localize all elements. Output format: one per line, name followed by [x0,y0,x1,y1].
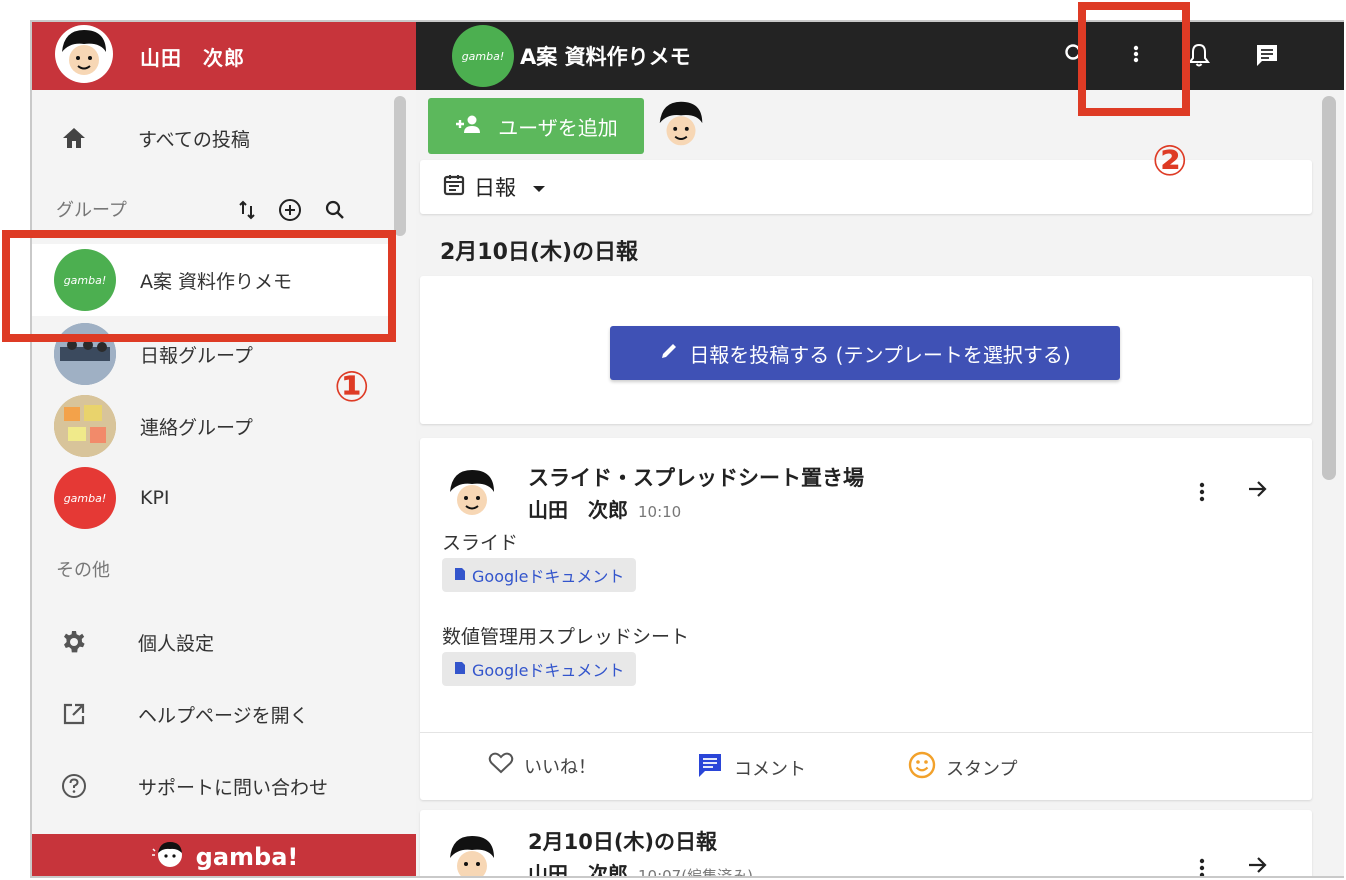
post-time: 10:07(編集済み) [638,867,753,878]
stamp-button[interactable]: スタンプ [908,751,1017,784]
document-icon [454,660,466,679]
user-name: 山田 次郎 [140,45,245,70]
annotation-box-1 [2,230,396,342]
sidebar-group-kpi[interactable]: gamba! KPI [32,462,388,534]
bell-icon[interactable] [1188,42,1210,68]
like-label: いいね！ [524,756,596,778]
post-title[interactable]: スライド・スプレッドシート置き場 [528,462,864,492]
group-label: 連絡グループ [140,416,253,439]
field-label: スライド [442,532,519,554]
field-label: 数値管理用スプレッドシート [442,626,690,648]
sidebar-item-label: 個人設定 [138,632,215,655]
sidebar-item-support[interactable]: サポートに問い合わせ [32,754,388,818]
group-logo: gamba! [54,467,116,529]
sidebar-item-help[interactable]: ヘルプページを開く [32,682,388,746]
sidebar: 山田 次郎 すべての投稿 グループ gamba! A案 資料作りメモ 日報グルー… [32,22,416,876]
post-time: 10:10 [638,503,682,521]
pencil-icon [659,341,679,366]
member-avatar[interactable] [652,96,710,158]
external-link-icon [54,702,94,726]
report-type-value: 日報 [474,176,516,200]
help-circle-icon [54,773,94,799]
annotation-box-2 [1078,2,1190,116]
more-vert-icon[interactable] [1198,856,1206,876]
heart-icon [488,751,514,780]
post-title[interactable]: 2月10日(木)の日報 [528,826,717,856]
gear-icon [54,629,94,655]
annotation-number-2: ② [1152,136,1188,185]
annotation-number-1: ① [334,362,370,411]
doc-link-label: Googleドキュメント [472,567,625,586]
sidebar-footer[interactable]: gamba! [32,834,416,876]
post-composer: 日報を投稿する (テンプレートを選択する) [420,276,1312,424]
sort-icon[interactable] [238,200,256,220]
chevron-down-icon [532,175,546,199]
chat-icon[interactable] [1254,42,1280,68]
more-vert-icon[interactable] [1198,480,1206,504]
app-window: 山田 次郎 すべての投稿 グループ gamba! A案 資料作りメモ 日報グルー… [30,20,1344,878]
add-user-button[interactable]: ユーザを追加 [428,98,644,154]
post-author-avatar[interactable] [442,464,502,528]
smiley-icon [908,751,936,784]
comment-button[interactable]: コメント [696,751,806,784]
calendar-icon [442,173,466,202]
google-doc-link[interactable]: Googleドキュメント [442,558,637,592]
mascot-icon [150,839,186,875]
main-scrollbar[interactable] [1322,96,1336,480]
page-title: A案 資料作りメモ [520,45,691,69]
add-circle-icon[interactable] [278,198,302,222]
sidebar-item-all-posts[interactable]: すべての投稿 [32,106,388,170]
doc-link-label: Googleドキュメント [472,661,625,680]
arrow-right-icon[interactable] [1246,478,1268,500]
group-section-label: グループ [56,200,127,221]
arrow-right-icon[interactable] [1246,854,1268,876]
like-button[interactable]: いいね！ [488,751,596,780]
sidebar-item-label: すべての投稿 [138,128,250,151]
other-section-label: その他 [56,560,110,581]
comment-icon [696,751,724,784]
top-bar: gamba! A案 資料作りメモ [416,22,1344,90]
home-icon [54,126,94,150]
post-author-name: 山田 次郎 [528,498,628,522]
post-report-button[interactable]: 日報を投稿する (テンプレートを選択する) [610,326,1120,380]
sidebar-item-settings[interactable]: 個人設定 [32,610,388,674]
sidebar-header[interactable]: 山田 次郎 [32,22,416,90]
group-photo [54,395,116,457]
footer-brand: gamba! [195,843,299,871]
post-author: 山田 次郎 10:10 [528,494,681,523]
user-avatar[interactable] [54,24,114,88]
post-card: 2月10日(木)の日報 山田 次郎 10:07(編集済み) [420,810,1312,878]
sidebar-item-label: ヘルプページを開く [138,704,309,727]
group-logo[interactable]: gamba! [452,25,514,87]
post-card: スライド・スプレッドシート置き場 山田 次郎 10:10 スライド Googleド… [420,438,1312,800]
sidebar-item-label: サポートに問い合わせ [138,776,329,799]
sidebar-scrollbar[interactable] [394,96,406,236]
group-tools [238,198,346,222]
main-area: gamba! A案 資料作りメモ ユーザを追加 日報 2月10日(木)の日報 日… [416,22,1344,878]
reaction-bar: いいね！ コメント スタンプ [420,732,1312,800]
post-author: 山田 次郎 10:07(編集済み) [528,858,753,878]
add-user-label: ユーザを追加 [498,115,618,140]
document-icon [454,566,466,585]
comment-label: コメント [734,758,806,780]
date-heading: 2月10日(木)の日報 [440,240,639,265]
person-add-icon [454,114,482,139]
group-label: KPI [140,487,170,509]
post-author-name: 山田 次郎 [528,862,628,878]
stamp-label: スタンプ [946,758,1018,780]
post-report-label: 日報を投稿する (テンプレートを選択する) [689,342,1071,367]
search-icon[interactable] [324,199,346,221]
group-label: 日報グループ [140,344,253,367]
post-author-avatar[interactable] [442,830,502,876]
google-doc-link[interactable]: Googleドキュメント [442,652,637,686]
